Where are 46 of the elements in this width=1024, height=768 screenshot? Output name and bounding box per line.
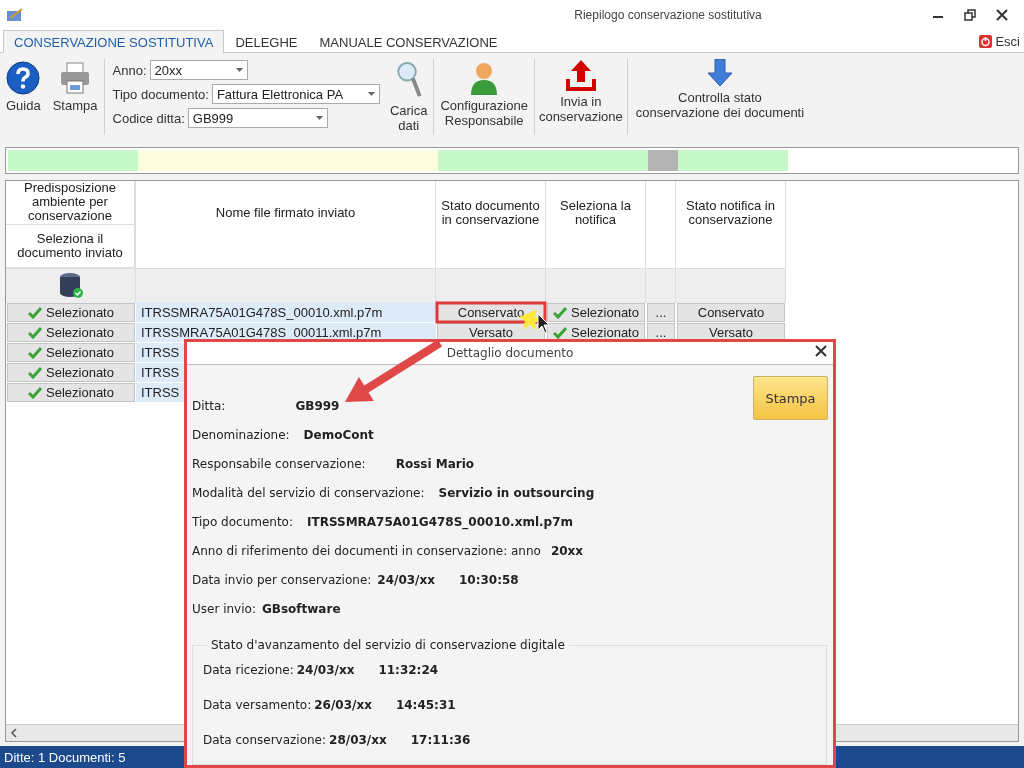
select-button[interactable]: Selezionato xyxy=(547,303,645,322)
table-cell: ITRSSMRA75A01G478S_00010.xml.p7m xyxy=(136,303,436,323)
detail-field: User invio: GBsoftware xyxy=(192,601,341,618)
toolbar-button[interactable]: Invia in conservazione xyxy=(538,94,623,124)
print-button[interactable]: Stampa xyxy=(753,376,828,420)
field-label: Codice ditta: xyxy=(112,110,185,126)
group-title: Stato d'avanzamento del servizio di conservazione digitale xyxy=(210,638,566,652)
toolbar-button[interactable]: Controlla stato conservazione dei documenti xyxy=(635,90,805,120)
dropdown-field[interactable]: GB999 xyxy=(187,108,328,128)
select-button[interactable]: Selezionato xyxy=(7,363,135,382)
dropdown-field[interactable]: Fattura Elettronica PA xyxy=(211,84,380,104)
select-button[interactable]: Selezionato xyxy=(7,303,135,322)
detail-field: Data versamento: 26/03/xx 14:45:31 xyxy=(203,697,456,714)
status-text: Ditte: 1 Documenti: 5 xyxy=(4,749,126,765)
column-header: Stato documento in conservazione xyxy=(440,198,541,227)
field-label: Anno: xyxy=(112,62,147,78)
tab[interactable]: MANUALE CONSERVAZIONE xyxy=(308,30,509,53)
column-header: Seleziona la notifica xyxy=(559,198,632,227)
tab[interactable]: CONSERVAZIONE SOSTITUTIVA xyxy=(3,30,225,53)
detail-field: Tipo documento: ITRSSMRA75A01G478S_00010.xml.p7m xyxy=(192,514,573,531)
detail-field: Anno di riferimento dei documenti in conservazione: anno 20xx xyxy=(192,543,584,560)
column-header: Stato notifica in conservazione xyxy=(685,198,776,227)
select-button[interactable]: Selezionato xyxy=(7,323,135,342)
detail-field: Denominazione: DemoCont xyxy=(192,427,374,444)
detail-field: Responsabile conservazione: Rossi Mario xyxy=(192,456,475,473)
toolbar-button[interactable]: Carica dati xyxy=(389,103,428,133)
more-button[interactable]: ... xyxy=(647,303,675,322)
column-header: Predisposizione ambiente per conservazione xyxy=(23,181,117,224)
detail-field: Data ricezione: 24/03/xx 11:32:24 xyxy=(203,662,439,679)
detail-field: Data invio per conservazione: 24/03/xx 10:30:58 xyxy=(192,572,519,589)
toolbar-button[interactable]: Guida xyxy=(6,98,41,113)
dialog-title: Dettaglio documento xyxy=(446,346,574,360)
toolbar-button[interactable]: Configurazione Responsabile xyxy=(440,98,528,128)
detail-field: Data conservazione: 28/03/xx 17:11:36 xyxy=(203,732,471,749)
select-button[interactable]: Selezionato xyxy=(7,383,135,402)
column-header: Seleziona il documento inviato xyxy=(16,231,124,260)
detail-field: Modalità del servizio di conservazione: Servizio in outsourcing xyxy=(192,485,595,502)
status-button[interactable]: Conservato xyxy=(677,303,785,322)
dropdown-field[interactable]: 20xx xyxy=(149,60,248,80)
column-header: Nome file firmato inviato xyxy=(215,205,356,220)
tab[interactable]: DELEGHE xyxy=(224,30,309,53)
exit-link[interactable]: Esci xyxy=(995,34,1020,49)
window-title: Riepilogo conservazione sostitutiva xyxy=(573,8,763,22)
select-button[interactable]: Selezionato xyxy=(7,343,135,362)
field-label: Tipo documento: xyxy=(112,86,209,102)
toolbar-button[interactable]: Stampa xyxy=(52,98,98,113)
